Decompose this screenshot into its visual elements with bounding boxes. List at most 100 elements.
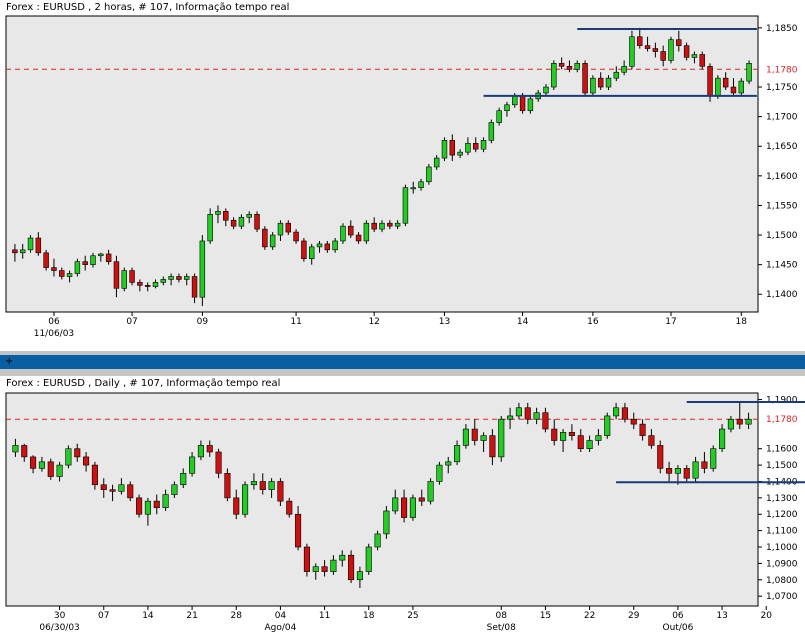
candle-up <box>339 554 346 561</box>
x-tick-label: 12 <box>368 317 379 327</box>
candle-up <box>605 77 612 88</box>
candle-down <box>191 276 198 298</box>
candle-down <box>577 435 584 450</box>
candle-down <box>621 407 628 420</box>
candle-up <box>238 216 245 227</box>
candle-down <box>660 51 666 61</box>
candle-up <box>410 187 416 190</box>
candle-down <box>471 428 478 441</box>
candle-down <box>127 484 134 499</box>
y-tick-label: 1,1600 <box>766 172 798 182</box>
candle-down <box>701 461 708 469</box>
x-tick-label: 25 <box>407 611 418 621</box>
candle-down <box>285 222 291 233</box>
candle-up <box>197 445 204 458</box>
candle-up <box>66 273 73 277</box>
candle-up <box>383 510 390 535</box>
candle-down <box>707 66 713 97</box>
y-tick-label: 1,1900 <box>766 396 798 406</box>
y-tick-label: 1,1650 <box>766 142 798 152</box>
candle-up <box>27 237 34 251</box>
candle-down <box>301 240 307 260</box>
candle-up <box>465 142 471 153</box>
candlestick-chart-daily[interactable]: 1,0700 1,0800 1,0900 1,1000 1,1100 1,1200 1,13… <box>0 376 805 642</box>
resize-handle-icon[interactable]: + <box>0 355 22 369</box>
candle-up <box>745 418 752 425</box>
candle-up <box>118 484 125 492</box>
candle-down <box>519 95 526 112</box>
x-date-label: Out/06 <box>663 623 694 633</box>
candle-down <box>224 472 231 499</box>
candle-down <box>109 489 116 492</box>
candle-up <box>180 472 187 486</box>
candle-up <box>507 415 514 420</box>
candlestick-chart-2h[interactable]: 1,1400 1,1450 1,1500 1,1550 1,1600 1,1650 1,17… <box>0 0 805 351</box>
y-tick-label: 1,1850 <box>766 24 798 34</box>
y-tick-label: 1,1100 <box>766 527 798 537</box>
candle-up <box>674 468 681 474</box>
candle-down <box>566 66 573 70</box>
candle-up <box>269 234 276 248</box>
candle-down <box>129 270 135 283</box>
candle-down <box>644 45 651 49</box>
candle-down <box>176 276 182 280</box>
y-tick-label: 1,1500 <box>766 231 798 241</box>
candle-up <box>543 86 549 94</box>
candle-up <box>356 571 363 581</box>
x-tick-label: 04 <box>275 611 287 621</box>
chart-panel-2h: Forex : EURUSD , 2 horas, # 107, Informa… <box>0 0 805 351</box>
x-tick-label: 18 <box>363 611 375 621</box>
candle-down <box>113 261 120 289</box>
candle-up <box>98 253 104 257</box>
candle-down <box>387 222 393 227</box>
y-tick-label: 1,1400 <box>766 290 798 300</box>
candle-up <box>715 77 721 97</box>
candle-up <box>242 484 249 515</box>
x-date-label: 06/30/03 <box>39 623 79 633</box>
candle-up <box>498 418 505 458</box>
candle-down <box>259 481 266 490</box>
candle-down <box>489 435 496 458</box>
candle-down <box>35 237 42 254</box>
y-tick-label: 1,1750 <box>766 83 798 93</box>
candle-down <box>558 63 565 67</box>
x-tick-label: 18 <box>736 317 748 327</box>
candle-down <box>262 228 268 248</box>
x-tick-label: 07 <box>98 611 109 621</box>
candle-down <box>639 423 646 436</box>
candle-down <box>254 214 260 230</box>
candle-down <box>43 252 49 268</box>
candle-down <box>348 554 355 581</box>
candle-down <box>82 261 88 265</box>
x-tick-label: 21 <box>186 611 197 621</box>
candle-up <box>590 77 596 94</box>
candle-down <box>59 270 65 277</box>
panel-splitter[interactable]: + <box>0 351 805 376</box>
price-badge-label: 1,1780 <box>766 65 798 75</box>
candle-up <box>374 533 381 548</box>
candle-down <box>401 497 408 518</box>
candle-up <box>330 559 337 572</box>
candle-down <box>648 435 655 446</box>
splitter-bar[interactable] <box>0 355 805 369</box>
candle-down <box>418 497 425 502</box>
candle-down <box>321 566 328 572</box>
candle-up <box>250 481 257 486</box>
candle-up <box>316 243 323 248</box>
y-tick-label: 1,0700 <box>766 592 798 602</box>
candle-down <box>303 546 310 572</box>
candle-up <box>668 39 674 61</box>
candle-down <box>736 418 743 425</box>
candle-up <box>480 140 487 150</box>
candle-up <box>462 428 469 446</box>
candle-down <box>223 211 229 221</box>
candle-up <box>433 157 440 168</box>
x-tick-label: 06 <box>48 317 60 327</box>
y-tick-label: 1,1700 <box>766 113 798 123</box>
x-tick-label: 08 <box>496 611 508 621</box>
candle-down <box>730 86 737 94</box>
candle-up <box>595 435 602 441</box>
candle-up <box>441 140 448 159</box>
candle-down <box>286 500 293 515</box>
candle-down <box>47 461 54 477</box>
